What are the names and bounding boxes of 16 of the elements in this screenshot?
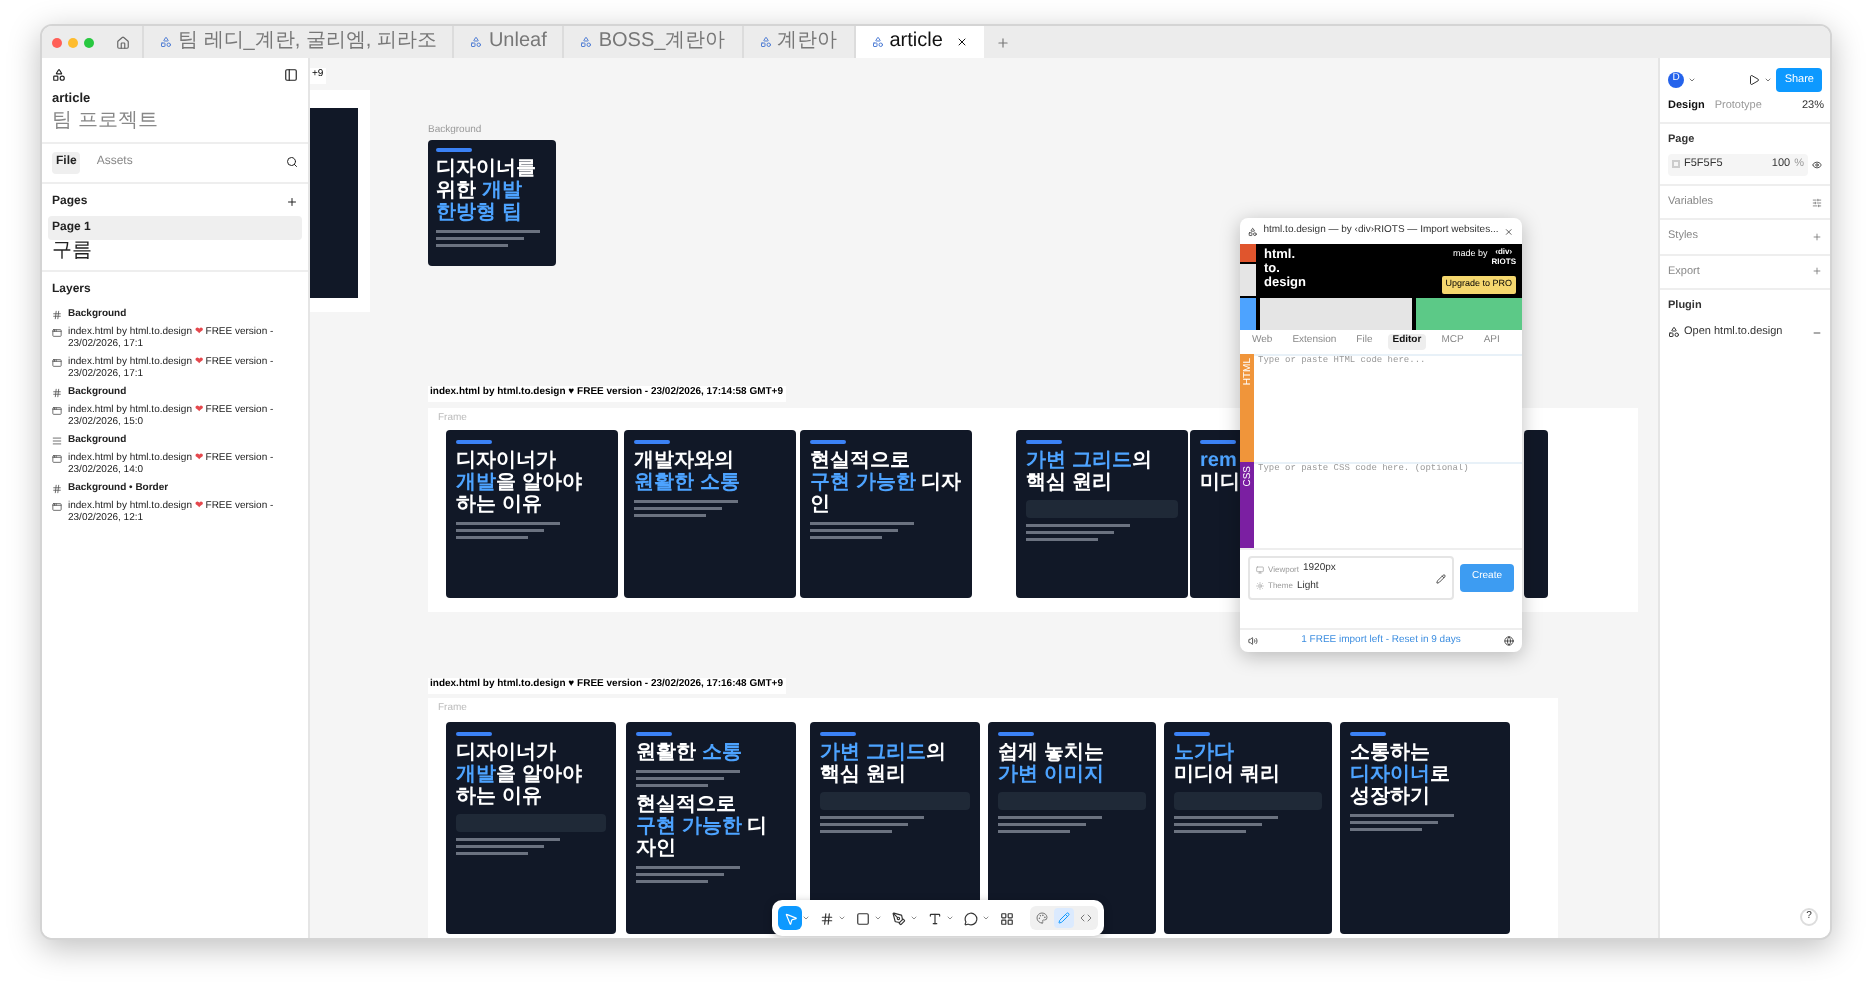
card-title: 현실적으로 구현 가능한 디자인 <box>636 794 770 860</box>
team-name: 팀 프로젝트 <box>52 109 160 134</box>
card-title: 개발자와의 원활한 소통 <box>634 450 740 494</box>
card-title: rem 미디 <box>1200 450 1240 494</box>
card-title: 디자이너를 위한 개발 한방형 팁 <box>436 158 538 224</box>
card-title: 현실적으로 구현 가능한 디자인 <box>810 450 962 516</box>
card-title: 가변 그리드의 핵심 원리 <box>1026 450 1152 494</box>
page-item[interactable]: 구름 <box>48 239 302 264</box>
card-title: 쉽게 놓치는 가변 이미지 <box>998 742 1104 786</box>
card-title: 노가다 미디어 쿼리 <box>1174 742 1280 786</box>
card-title: 소통하는 디자이너로 성장하기 <box>1350 742 1450 808</box>
card-title: 디자이너가 개발을 알아야 하는 이유 <box>456 742 582 808</box>
card-title: 디자이너가 개발을 알아야 하는 이유 <box>456 450 582 516</box>
card-title: 가변 그리드의 핵심 원리 <box>820 742 946 786</box>
card-title: 원활한 소통 <box>636 742 742 764</box>
document-tab[interactable]: article <box>853 26 985 58</box>
